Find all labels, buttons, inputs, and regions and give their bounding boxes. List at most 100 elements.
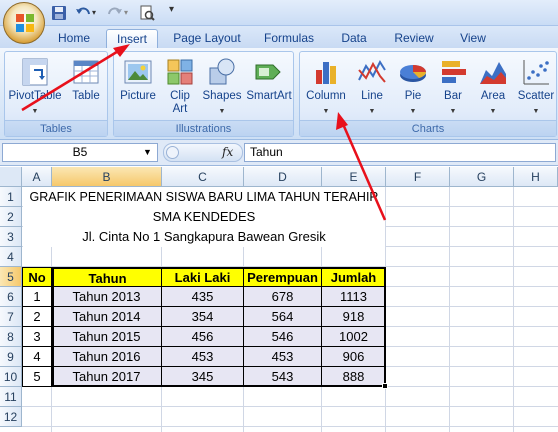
- pivottable-button[interactable]: PivotTable ▼: [7, 56, 63, 118]
- row-header-8[interactable]: 8: [0, 327, 22, 347]
- table-cell-jumlah[interactable]: 1002: [322, 327, 386, 347]
- pivottable-dropdown-icon[interactable]: ▼: [7, 105, 63, 118]
- column-header-d[interactable]: D: [244, 167, 322, 187]
- column-header-a[interactable]: A: [22, 167, 52, 187]
- column-header-g[interactable]: G: [450, 167, 514, 187]
- table-cell-perempuan[interactable]: 564: [244, 307, 322, 327]
- name-box[interactable]: B5: [2, 143, 158, 162]
- row-header-9[interactable]: 9: [0, 347, 22, 367]
- column-header-b[interactable]: B: [52, 167, 162, 187]
- table-cell-perempuan[interactable]: 543: [244, 367, 322, 387]
- row-header-12[interactable]: 12: [0, 407, 22, 427]
- bar-chart-button[interactable]: Bar ▼: [434, 56, 472, 118]
- picture-button[interactable]: Picture: [116, 56, 160, 103]
- table-cell-tahun[interactable]: Tahun 2017: [52, 367, 162, 387]
- table-cell-tahun[interactable]: Tahun 2016: [52, 347, 162, 367]
- tab-insert[interactable]: Insert: [106, 29, 158, 48]
- undo-dropdown-icon[interactable]: ▾: [92, 4, 102, 22]
- table-cell-laki[interactable]: 453: [162, 347, 244, 367]
- tab-formulas[interactable]: Formulas: [256, 29, 322, 48]
- print-preview-icon[interactable]: [138, 4, 158, 22]
- table-cell-perempuan[interactable]: 546: [244, 327, 322, 347]
- pie-chart-dropdown-icon[interactable]: ▼: [394, 105, 432, 118]
- formula-input[interactable]: Tahun: [244, 143, 556, 162]
- smartart-button[interactable]: SmartArt: [244, 56, 294, 103]
- undo-icon[interactable]: [74, 4, 94, 22]
- table-cell-no[interactable]: 4: [22, 347, 52, 367]
- column-chart-button[interactable]: Column ▼: [302, 56, 350, 118]
- table-button[interactable]: Table: [67, 56, 105, 103]
- tab-home[interactable]: Home: [48, 29, 100, 48]
- shapes-button[interactable]: Shapes ▼: [200, 56, 244, 118]
- table-cell-laki[interactable]: 345: [162, 367, 244, 387]
- header-jumlah[interactable]: Jumlah: [322, 267, 386, 287]
- table-cell-no[interactable]: 1: [22, 287, 52, 307]
- table-cell-tahun[interactable]: Tahun 2015: [52, 327, 162, 347]
- tab-data[interactable]: Data: [332, 29, 376, 48]
- scatter-chart-icon: [523, 60, 549, 85]
- clip-art-button[interactable]: Clip Art: [162, 56, 198, 116]
- table-cell-tahun[interactable]: Tahun 2014: [52, 307, 162, 327]
- table-cell-perempuan[interactable]: 678: [244, 287, 322, 307]
- tab-review[interactable]: Review: [386, 29, 442, 48]
- table-cell-no[interactable]: 3: [22, 327, 52, 347]
- column-header-e[interactable]: E: [322, 167, 386, 187]
- table-cell-tahun[interactable]: Tahun 2013: [52, 287, 162, 307]
- row-header-3[interactable]: 3: [0, 227, 22, 247]
- row-header-1[interactable]: 1: [0, 187, 22, 207]
- tab-page-layout[interactable]: Page Layout: [166, 29, 248, 48]
- line-chart-dropdown-icon[interactable]: ▼: [352, 105, 392, 118]
- area-chart-button[interactable]: Area ▼: [474, 56, 512, 118]
- row-header-2[interactable]: 2: [0, 207, 22, 227]
- row-header-11[interactable]: 11: [0, 387, 22, 407]
- row-header-10[interactable]: 10: [0, 367, 22, 387]
- header-tahun[interactable]: Tahun: [52, 267, 162, 287]
- sheet-title-line2[interactable]: SMA KENDEDES: [23, 207, 385, 227]
- redo-icon[interactable]: [106, 4, 126, 22]
- charts-group: Column ▼ Line ▼ Pie ▼ Bar ▼ Area ▼ Scatt…: [299, 51, 557, 137]
- header-perempuan[interactable]: Perempuan: [244, 267, 322, 287]
- tab-view[interactable]: View: [450, 29, 496, 48]
- column-chart-icon: [316, 62, 336, 84]
- table-cell-perempuan[interactable]: 453: [244, 347, 322, 367]
- sheet-title-line1[interactable]: GRAFIK PENERIMAAN SISWA BARU LIMA TAHUN …: [23, 187, 385, 207]
- save-icon[interactable]: [50, 4, 70, 22]
- column-chart-dropdown-icon[interactable]: ▼: [302, 105, 350, 118]
- scatter-chart-button[interactable]: Scatter ▼: [514, 56, 558, 118]
- insert-function-icon[interactable]: fx: [222, 143, 240, 162]
- row-header-5[interactable]: 5: [0, 267, 22, 287]
- shapes-dropdown-icon[interactable]: ▼: [200, 105, 244, 118]
- table-cell-no[interactable]: 2: [22, 307, 52, 327]
- redo-dropdown-icon[interactable]: ▾: [124, 4, 134, 22]
- customize-toolbar-icon[interactable]: ▾: [169, 4, 179, 22]
- column-header-c[interactable]: C: [162, 167, 244, 187]
- row-header-4[interactable]: 4: [0, 247, 22, 267]
- table-cell-laki[interactable]: 354: [162, 307, 244, 327]
- fill-handle[interactable]: [382, 383, 388, 389]
- pie-chart-button[interactable]: Pie ▼: [394, 56, 432, 118]
- column-header-f[interactable]: F: [386, 167, 450, 187]
- row-header-6[interactable]: 6: [0, 287, 22, 307]
- column-header-h[interactable]: H: [514, 167, 558, 187]
- office-button[interactable]: [3, 2, 45, 44]
- area-chart-dropdown-icon[interactable]: ▼: [474, 105, 512, 118]
- name-box-dropdown-icon[interactable]: ▼: [143, 143, 152, 162]
- select-all-corner[interactable]: [0, 167, 22, 187]
- bar-chart-dropdown-icon[interactable]: ▼: [434, 105, 472, 118]
- table-cell-jumlah[interactable]: 1113: [322, 287, 386, 307]
- header-laki-laki[interactable]: Laki Laki: [162, 267, 244, 287]
- line-chart-button[interactable]: Line ▼: [352, 56, 392, 118]
- table-cell-laki[interactable]: 435: [162, 287, 244, 307]
- picture-label: Picture: [120, 90, 156, 102]
- line-chart-icon: [358, 59, 386, 83]
- table-cell-laki[interactable]: 456: [162, 327, 244, 347]
- header-no[interactable]: No: [22, 267, 52, 287]
- formula-bar-handle-icon[interactable]: [166, 146, 179, 159]
- table-cell-jumlah[interactable]: 906: [322, 347, 386, 367]
- table-cell-jumlah[interactable]: 918: [322, 307, 386, 327]
- sheet-title-line3[interactable]: Jl. Cinta No 1 Sangkapura Bawean Gresik: [23, 227, 385, 247]
- table-cell-no[interactable]: 5: [22, 367, 52, 387]
- table-cell-jumlah[interactable]: 888: [322, 367, 386, 387]
- scatter-chart-dropdown-icon[interactable]: ▼: [514, 105, 558, 118]
- row-header-7[interactable]: 7: [0, 307, 22, 327]
